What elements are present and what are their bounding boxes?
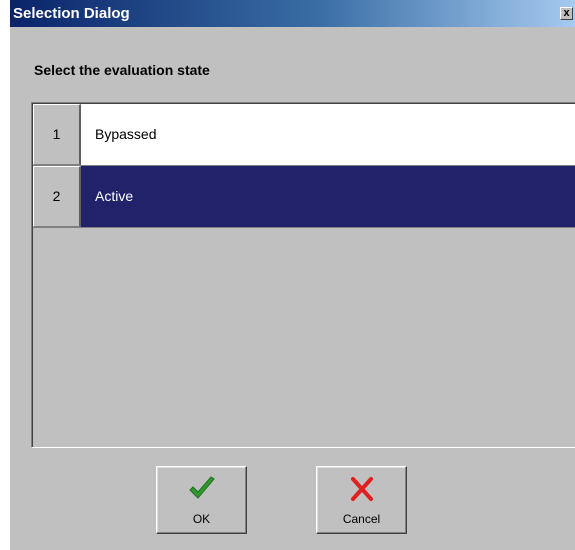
ok-button[interactable]: OK	[156, 466, 247, 534]
close-button[interactable]: x	[560, 7, 573, 20]
checkmark-icon	[157, 475, 246, 505]
row-label: Bypassed	[81, 104, 575, 165]
cancel-button[interactable]: Cancel	[316, 466, 407, 534]
title-bar[interactable]: Selection Dialog x	[10, 0, 575, 27]
row-number: 1	[33, 104, 81, 165]
cross-icon	[317, 475, 406, 505]
selection-dialog: Selection Dialog x Select the evaluation…	[10, 0, 575, 550]
close-icon: x	[563, 7, 570, 19]
prompt-label: Select the evaluation state	[34, 62, 210, 78]
option-list-inner: 1 Bypassed 2 Active	[32, 103, 575, 447]
ok-label: OK	[192, 512, 211, 526]
list-item-active[interactable]: 2 Active	[33, 166, 575, 228]
cancel-label: Cancel	[342, 512, 381, 526]
option-list[interactable]: 1 Bypassed 2 Active	[31, 102, 575, 448]
window-title: Selection Dialog	[13, 5, 130, 22]
row-label: Active	[81, 166, 575, 227]
list-item-bypassed[interactable]: 1 Bypassed	[33, 104, 575, 166]
row-number: 2	[33, 166, 81, 227]
